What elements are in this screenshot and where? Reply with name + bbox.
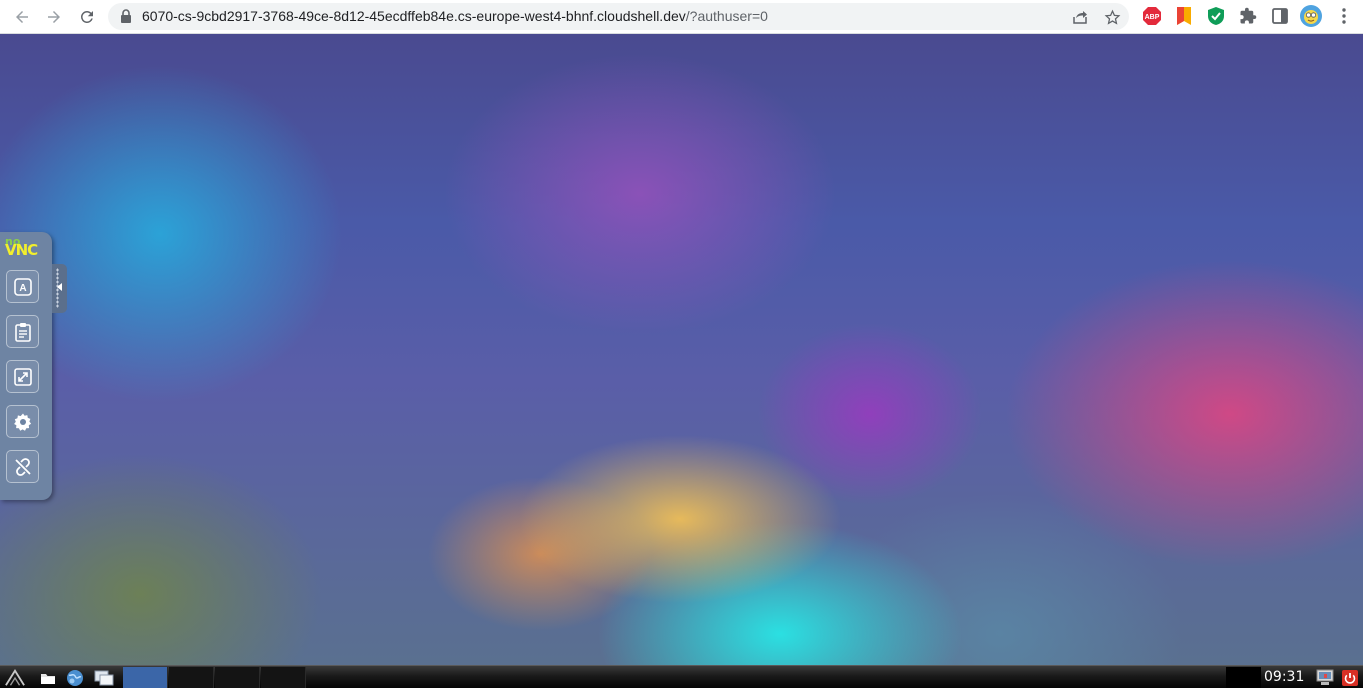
browser-toolbar: 6070-cs-9cbd2917-3768-49ce-8d12-45ecdffe… (0, 0, 1363, 34)
avatar-icon (1300, 5, 1322, 27)
app-menu-button[interactable] (5, 668, 25, 687)
clipboard-button[interactable] (6, 315, 39, 348)
profile-button[interactable] (1300, 5, 1322, 27)
reload-icon (80, 10, 93, 23)
extensions-button[interactable] (1237, 5, 1259, 27)
url-main: 6070-cs-9cbd2917-3768-49ce-8d12-45ecdffe… (142, 8, 686, 24)
fullscreen-icon (13, 367, 32, 386)
forward-button[interactable] (41, 4, 67, 30)
side-panel-button[interactable] (1269, 5, 1291, 27)
taskbar-task-3[interactable] (215, 667, 260, 688)
bookmark-button[interactable] (1102, 7, 1122, 27)
taskbar: 09:31 (0, 665, 1363, 688)
disconnect-icon (14, 457, 31, 476)
address-bar[interactable]: 6070-cs-9cbd2917-3768-49ce-8d12-45ecdffe… (108, 3, 1129, 30)
network-monitor-button[interactable] (1315, 668, 1335, 687)
file-manager-icon (41, 673, 55, 684)
adblock-extension[interactable]: ABP (1141, 5, 1163, 27)
taskbar-clock[interactable]: 09:31 (1264, 669, 1304, 685)
power-icon (1342, 669, 1358, 686)
taskbar-task-4[interactable] (261, 667, 306, 688)
bookmark-extension[interactable] (1173, 5, 1195, 27)
taskbar-task-1[interactable] (123, 667, 168, 688)
web-browser-button[interactable] (65, 668, 85, 687)
keyboard-glyph: A (19, 283, 26, 294)
share-button[interactable] (1070, 7, 1090, 27)
gear-icon (13, 413, 31, 431)
kebab-menu-icon (1342, 8, 1346, 24)
lock-icon (121, 9, 131, 23)
novnc-control-bar: no VNC A (0, 232, 67, 500)
novnc-logo: no VNC (5, 236, 43, 261)
novnc-logo-vnc: VNC (5, 241, 38, 259)
keyboard-button[interactable]: A (6, 270, 39, 303)
arrow-left-icon (16, 11, 28, 23)
puzzle-icon (1240, 7, 1257, 24)
security-extension[interactable] (1205, 5, 1227, 27)
side-panel-icon (1272, 8, 1288, 24)
clipboard-icon (14, 322, 31, 342)
settings-button[interactable] (6, 405, 39, 438)
web-browser-icon (67, 669, 83, 686)
back-button[interactable] (9, 4, 35, 30)
system-tray-area (1226, 667, 1261, 688)
browser-menu-button[interactable] (1333, 5, 1355, 27)
network-monitor-icon (1316, 669, 1334, 685)
share-icon (1073, 11, 1087, 24)
ribbon-icon (1177, 7, 1191, 25)
arrow-right-icon (48, 11, 60, 23)
adblock-label: ABP (1145, 14, 1160, 21)
star-icon (1104, 9, 1120, 25)
control-bar-handle[interactable] (52, 264, 67, 313)
app-menu-icon (5, 668, 25, 686)
file-manager-button[interactable] (38, 668, 58, 687)
show-desktop-button[interactable] (94, 668, 114, 687)
keyboard-icon: A (13, 277, 32, 296)
power-button[interactable] (1340, 668, 1360, 687)
adblock-icon: ABP (1143, 7, 1161, 25)
url-query: /?authuser=0 (685, 8, 768, 24)
fullscreen-button[interactable] (6, 360, 39, 393)
disconnect-button[interactable] (6, 450, 39, 483)
collapse-arrow-icon (57, 283, 62, 291)
show-desktop-icon (94, 670, 114, 685)
reload-button[interactable] (74, 4, 100, 30)
shield-check-icon (1208, 7, 1224, 25)
url-text: 6070-cs-9cbd2917-3768-49ce-8d12-45ecdffe… (142, 8, 768, 24)
taskbar-task-2[interactable] (169, 667, 214, 688)
remote-desktop-wallpaper[interactable]: no VNC A (0, 34, 1363, 665)
